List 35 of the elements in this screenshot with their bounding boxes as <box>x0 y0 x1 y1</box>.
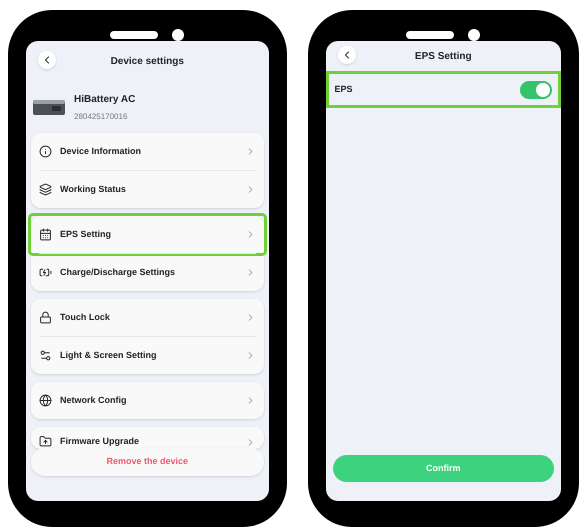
back-button[interactable] <box>338 46 356 64</box>
screen-title: Device settings <box>110 54 184 68</box>
device-serial: 280425170016 <box>74 110 128 122</box>
device-image <box>32 97 66 117</box>
info-icon <box>39 145 52 158</box>
eps-label: EPS <box>334 82 354 96</box>
item-label: Touch Lock <box>60 310 111 324</box>
item-label: Network Config <box>60 394 128 407</box>
sliders-icon <box>39 349 52 362</box>
item-label: Firmware Upgrade <box>60 434 140 448</box>
item-label: EPS Setting <box>60 228 112 241</box>
item-label: Working Status <box>60 182 127 196</box>
screen-title: EPS Setting <box>414 50 472 64</box>
settings-item[interactable]: Working Status <box>31 171 264 208</box>
speaker-slot <box>110 31 158 39</box>
item-label: Device Information <box>60 144 142 158</box>
calendar-icon <box>39 228 52 241</box>
layers-icon <box>39 183 52 196</box>
battery-icon <box>39 266 52 279</box>
folder-upload-icon <box>39 435 52 448</box>
settings-item[interactable]: Firmware Upgrade <box>31 427 264 449</box>
back-button[interactable] <box>38 51 56 69</box>
device-name: HiBattery AC <box>74 92 136 106</box>
settings-item[interactable]: Light & Screen Setting <box>31 337 264 374</box>
settings-item[interactable]: Touch Lock <box>31 299 264 336</box>
item-label: Light & Screen Setting <box>60 348 158 362</box>
lock-icon <box>39 311 52 324</box>
speaker-slot <box>406 31 454 39</box>
item-label: Charge/Discharge Settings <box>60 266 176 279</box>
globe-icon <box>39 394 52 407</box>
settings-item[interactable]: Charge/Discharge Settings <box>31 254 264 291</box>
settings-item[interactable]: Device Information <box>31 133 264 170</box>
settings-item[interactable]: Network Config <box>31 382 264 419</box>
settings-item[interactable]: EPS Setting <box>31 216 264 253</box>
eps-toggle[interactable] <box>520 80 552 98</box>
